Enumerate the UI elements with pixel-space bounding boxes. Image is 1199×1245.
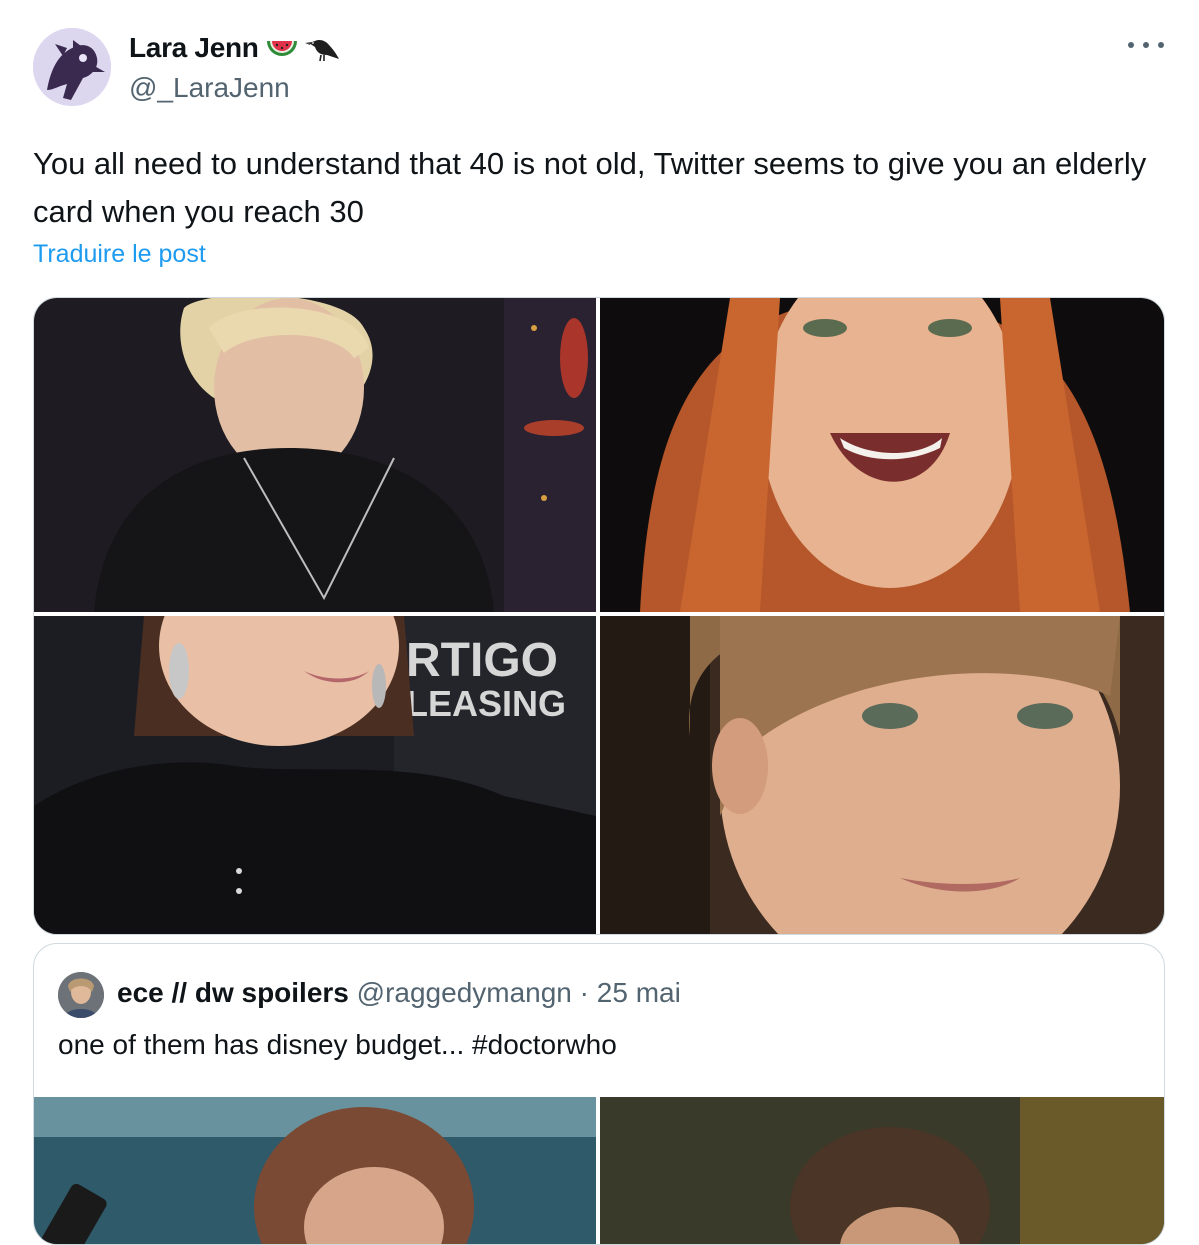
quote-avatar[interactable] (58, 972, 104, 1018)
quote-text: one of them has disney budget... #doctor… (58, 1029, 617, 1060)
sign-text-1: RTIGO (406, 634, 558, 687)
more-options-icon[interactable] (1128, 30, 1164, 60)
photo-4[interactable] (600, 616, 1164, 934)
photo-1[interactable] (34, 298, 596, 612)
author-avatar[interactable] (33, 28, 111, 106)
quote-author-handle[interactable]: @raggedymangn (357, 977, 572, 1008)
crow-avatar-icon (33, 28, 111, 106)
sign-text-2: LEASING (406, 683, 566, 724)
tweet-text: You all need to understand that 40 is no… (33, 146, 1147, 229)
quoted-tweet[interactable]: ece // dw spoilers @raggedymangn · 25 ma… (33, 943, 1165, 1245)
translate-post-link[interactable]: Traduire le post (33, 240, 206, 269)
author-name[interactable]: Lara Jenn (129, 32, 259, 64)
quote-media-grid[interactable] (34, 1097, 1164, 1244)
photo-3[interactable]: RTIGO LEASING (34, 616, 596, 934)
quote-separator: · (579, 977, 589, 1008)
author-handle[interactable]: @_LaraJenn (129, 72, 290, 104)
crow-icon (304, 40, 339, 62)
quote-author-name[interactable]: ece // dw spoilers (117, 977, 349, 1008)
quote-date[interactable]: 25 mai (597, 977, 681, 1008)
media-grid: RTIGO LEASING (33, 297, 1165, 935)
quote-photo-2[interactable] (600, 1097, 1164, 1244)
photo-2[interactable] (600, 298, 1164, 612)
quote-photo-1[interactable] (34, 1097, 596, 1244)
watermelon-icon (266, 41, 297, 56)
